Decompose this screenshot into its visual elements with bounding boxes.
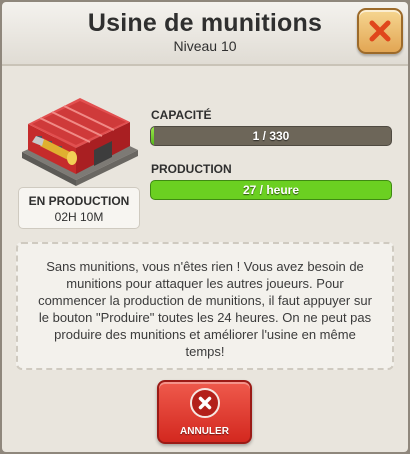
close-x-icon (369, 20, 391, 42)
description-box: Sans munitions, vous n'êtes rien ! Vous … (16, 242, 394, 370)
production-label: PRODUCTION (151, 162, 232, 176)
close-button[interactable] (357, 8, 403, 54)
capacity-bar: 1 / 330 (150, 126, 392, 146)
production-rate: 27 / heure (242, 183, 300, 197)
munitions-factory-dialog: Usine de munitions Niveau 10 EN PRODUCTI… (0, 0, 410, 454)
dialog-header: Usine de munitions Niveau 10 (2, 2, 408, 66)
status-time: 02H 10M (54, 210, 104, 224)
status-label: EN PRODUCTION (28, 194, 130, 208)
cancel-x-icon (190, 388, 220, 418)
page-title: Usine de munitions (87, 9, 323, 37)
factory-building-image (14, 94, 144, 190)
cancel-label: ANNULER (180, 426, 229, 437)
cancel-button[interactable]: ANNULER (157, 380, 252, 444)
capacity-label: CAPACITÉ (151, 108, 212, 122)
production-bar: 27 / heure (150, 180, 392, 200)
description-text: Sans munitions, vous n'êtes rien ! Vous … (38, 259, 372, 359)
level-subtitle: Niveau 10 (173, 38, 237, 54)
production-status-card: EN PRODUCTION 02H 10M (18, 187, 140, 229)
capacity-value: 1 / 330 (252, 129, 290, 143)
